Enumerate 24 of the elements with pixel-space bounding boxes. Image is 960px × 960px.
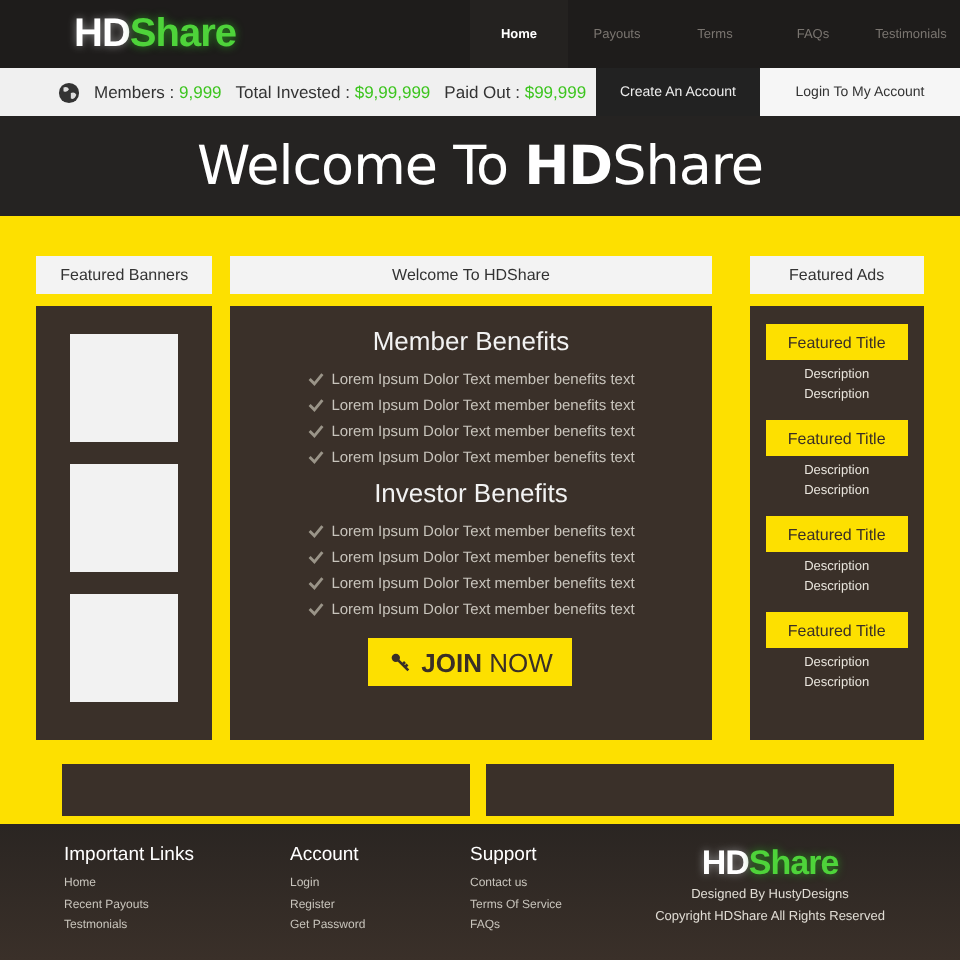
section-heading: Featured Ads <box>749 256 924 294</box>
benefits-title: Investor Benefits <box>374 478 568 512</box>
footer-heading: Account <box>290 844 361 866</box>
banner-slot <box>70 334 179 442</box>
join-button[interactable]: JOIN NOW <box>368 638 573 686</box>
benefits-title: Member Benefits <box>372 326 570 360</box>
section-heading: Featured Banners <box>36 256 213 294</box>
globe-icon <box>58 81 80 103</box>
ad-title[interactable]: Featured Title <box>765 324 908 360</box>
ad-title[interactable]: Featured Title <box>765 420 908 456</box>
footer-heading: Important Links <box>64 844 196 866</box>
ad-title[interactable]: Featured Title <box>765 612 908 648</box>
key-icon <box>389 652 410 672</box>
stat-text: Total Invested : $9,99,999 <box>235 82 431 102</box>
footer-logo: HDShare <box>701 844 839 884</box>
footer-heading: Support <box>470 844 539 866</box>
hero-title: Welcome To HDShare <box>196 135 764 197</box>
banner-slot <box>70 464 179 572</box>
ad-title[interactable]: Featured Title <box>765 516 908 552</box>
section-heading: Welcome To HDShare <box>230 256 712 294</box>
stat-text: Paid Out : $99,999 <box>444 82 587 102</box>
banner-slot <box>70 594 179 702</box>
logo[interactable]: HDShare <box>0 11 236 57</box>
stat-text: Members : 9,999 <box>94 82 222 102</box>
